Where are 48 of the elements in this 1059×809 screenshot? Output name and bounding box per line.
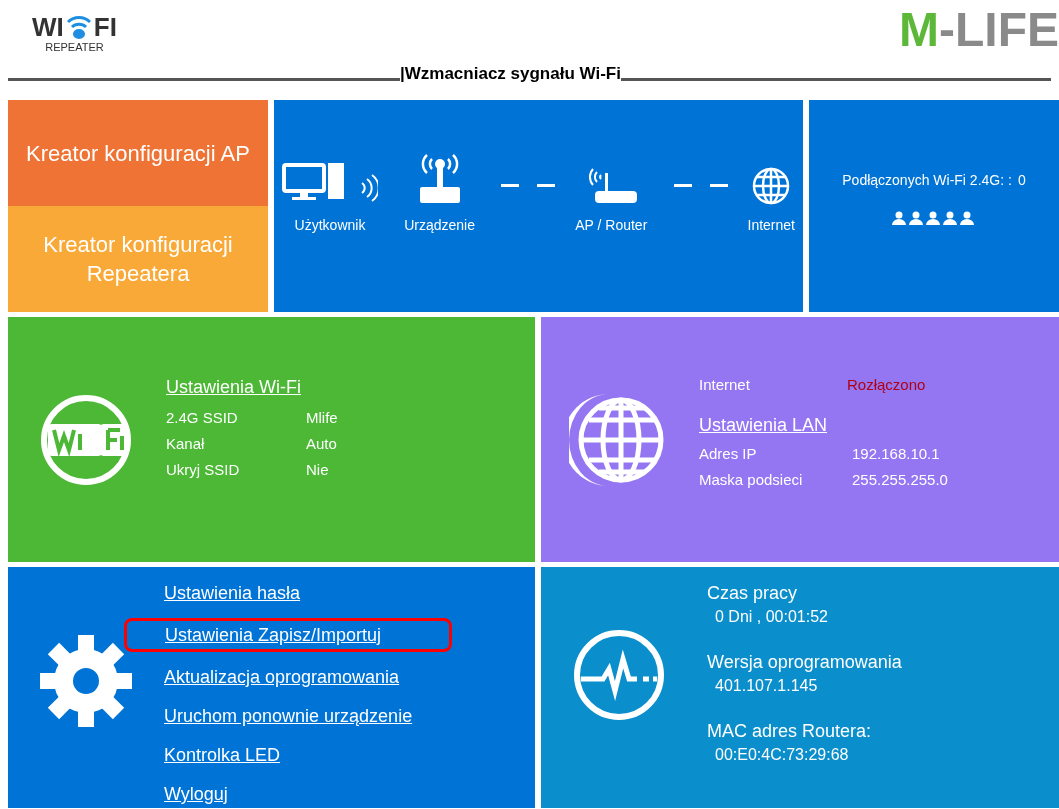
setting-value: Auto (306, 434, 337, 454)
settings-link[interactable]: Uruchom ponownie urządzenie (164, 702, 413, 730)
setting-value: Nie (306, 460, 329, 480)
node-label: Internet (747, 216, 795, 235)
wifi-settings-link[interactable]: Ustawienia Wi-Fi (166, 374, 302, 401)
setting-label: Kanał (166, 434, 206, 454)
status-value: 00:E0:4C:73:29:68 (714, 745, 850, 765)
settings-link[interactable]: Aktualizacja oprogramowania (164, 663, 400, 691)
wifi-badge-icon (40, 393, 132, 486)
computer-icon (282, 161, 378, 205)
wizard-button[interactable]: Kreator konfiguracji AP (8, 100, 268, 206)
node-label: Użytkownik (294, 216, 366, 235)
globe-icon (752, 167, 791, 205)
connection-status: Rozłączono (847, 375, 926, 395)
clients-count: 0 (1017, 171, 1026, 190)
connection-dash (673, 184, 692, 187)
setting-value: 192.168.10.1 (852, 444, 940, 464)
setting-label: Ukryj SSID (166, 460, 241, 480)
status-value: 401.107.1.145 (714, 676, 819, 696)
setting-label: Adres IP (699, 444, 758, 464)
lan-settings-link[interactable]: Ustawienia LAN (699, 412, 828, 439)
connection-dash (501, 184, 520, 187)
settings-link[interactable]: Wyloguj (164, 780, 228, 808)
logo-text: WI (32, 14, 64, 40)
status-label: Czas pracy (707, 582, 799, 605)
node-label: Urządzenie (404, 216, 475, 235)
node-label: AP / Router (575, 216, 648, 235)
logo-text: FI (93, 14, 117, 40)
gear-icon (38, 633, 134, 729)
status-label: MAC adres Routera: (707, 720, 873, 743)
settings-link[interactable]: Ustawienia hasła (164, 579, 301, 607)
setting-label: 2.4G SSID (166, 408, 239, 428)
clients-label: Podłączonych Wi-Fi 2.4G: : (842, 171, 1012, 190)
connection-dash (709, 184, 728, 187)
page-title: |Wzmacniacz sygnału Wi-Fi (400, 65, 621, 82)
setting-value: Mlife (306, 408, 338, 428)
setting-label: Maska podsieci (699, 470, 804, 490)
setting-value: 255.255.255.0 (852, 470, 948, 490)
status-label: Wersja oprogramowania (707, 651, 902, 674)
brand-logo: M-LIFE (899, 6, 1059, 54)
users-icon (892, 211, 976, 225)
settings-link[interactable]: Kontrolka LED (164, 741, 281, 769)
pulse-monitor-icon (573, 629, 665, 721)
settings-link[interactable]: Ustawienia Zapisz/Importuj (124, 618, 453, 652)
status-value: 0 Dni , 00:01:52 (714, 607, 829, 627)
internet-label: Internet (699, 375, 751, 395)
connection-dash (537, 184, 556, 187)
logo-subtitle: REPEATER (45, 42, 104, 53)
